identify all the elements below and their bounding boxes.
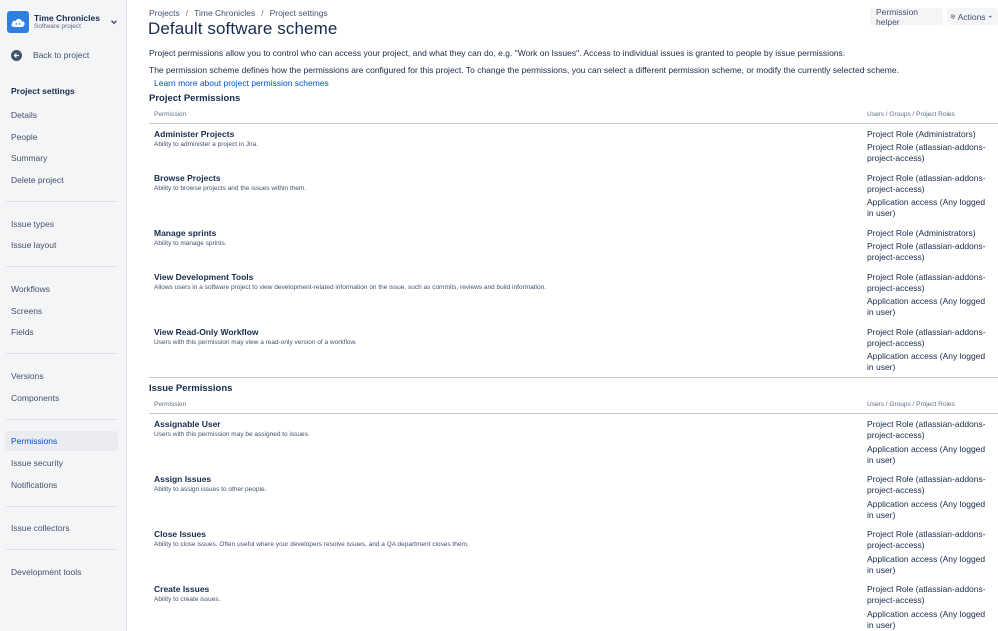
sidebar-divider (6, 506, 118, 507)
permission-name: Assign Issues (154, 474, 212, 484)
page-title: Default software scheme (148, 19, 338, 38)
permission-description: Ability to administer a project in Jira. (154, 141, 259, 148)
project-switcher[interactable]: Time Chronicles Software project (7, 10, 119, 34)
column-header-permission: Permission (154, 401, 187, 408)
sidebar-item-issue-collectors[interactable]: Issue collectors (5, 518, 118, 538)
section-title: Issue Permissions (149, 383, 233, 394)
grant-entry: Project Role (atlassian-addons-project-a… (867, 474, 986, 495)
breadcrumb-separator: / (185, 8, 189, 18)
permission-name: Administer Projects (154, 129, 235, 139)
intro-text: Project permissions allow you to control… (149, 48, 846, 58)
sidebar-item-details[interactable]: Details (5, 105, 118, 125)
permission-description: Allows users in a software project to vi… (154, 284, 546, 291)
permission-helper-button[interactable]: Permission helper (870, 7, 943, 27)
permission-description: Ability to create issues. (154, 596, 221, 603)
grant-entry: Application access (Any logged in user) (867, 554, 986, 575)
grant-entry: Application access (Any logged in user) (867, 609, 986, 630)
permission-description: Ability to assign issues to other people… (154, 486, 267, 493)
chevron-down-icon (988, 15, 992, 18)
sidebar-divider (6, 353, 118, 354)
grant-entry: Project Role (atlassian-addons-project-a… (867, 272, 986, 293)
sidebar-item-issue-security[interactable]: Issue security (5, 453, 118, 473)
project-settings-heading: Project settings (11, 86, 75, 96)
cloud-icon (11, 18, 25, 27)
grant-entry: Application access (Any logged in user) (867, 197, 986, 218)
grant-entry: Application access (Any logged in user) (867, 444, 986, 465)
project-name: Time Chronicles (34, 13, 100, 23)
actions-label: Actions (957, 11, 986, 22)
breadcrumb-project[interactable]: Time Chronicles (194, 8, 255, 18)
sidebar-divider (6, 549, 118, 550)
back-to-project-label: Back to project (33, 50, 90, 60)
grant-entry: Project Role (atlassian-addons-project-a… (867, 529, 986, 550)
grant-entry: Project Role (atlassian-addons-project-a… (867, 173, 986, 194)
column-header-permission: Permission (154, 111, 187, 118)
learn-more-link[interactable]: Learn more about project permission sche… (154, 78, 329, 88)
arrow-left-icon (11, 49, 22, 61)
grant-entry: Application access (Any logged in user) (867, 296, 986, 317)
permission-name: Browse Projects (154, 173, 221, 183)
sidebar-item-versions[interactable]: Versions (5, 366, 118, 386)
grant-entry: Project Role (Administrators) (867, 228, 976, 238)
sidebar-item-delete-project[interactable]: Delete project (5, 170, 118, 190)
chevron-down-icon[interactable] (109, 17, 119, 27)
permission-description: Ability to close issues. Often useful wh… (154, 541, 469, 548)
grant-entry: Project Role (atlassian-addons-project-a… (867, 241, 986, 262)
grant-entry: Project Role (Administrators) (867, 129, 976, 139)
gear-icon (950, 14, 956, 19)
breadcrumb-separator: / (261, 8, 264, 18)
scheme-description: The permission scheme defines how the pe… (149, 65, 899, 75)
column-header-grants: Users / Groups / Project Roles (867, 111, 955, 118)
sidebar-item-components[interactable]: Components (5, 388, 118, 408)
table-header-divider (149, 413, 998, 414)
sidebar-item-development-tools[interactable]: Development tools (5, 562, 118, 582)
sidebar-item-issue-types[interactable]: Issue types (5, 214, 118, 234)
breadcrumb-projects[interactable]: Projects (149, 8, 180, 18)
sidebar-item-notifications[interactable]: Notifications (5, 475, 118, 495)
sidebar-item-issue-layout[interactable]: Issue layout (5, 235, 118, 255)
back-to-project-link[interactable]: Back to project (11, 48, 89, 62)
permission-name: View Development Tools (154, 272, 254, 282)
sidebar: Time Chronicles Software project Back to… (0, 0, 127, 631)
grant-entry: Project Role (atlassian-addons-project-a… (867, 419, 986, 440)
grant-entry: Project Role (atlassian-addons-project-a… (867, 142, 986, 163)
project-avatar (7, 11, 29, 33)
permission-name: Close Issues (154, 529, 206, 539)
permission-description: Users with this permission may view a re… (154, 339, 357, 346)
permission-description: Users with this permission may be assign… (154, 431, 310, 438)
permission-description: Ability to browse projects and the issue… (154, 185, 307, 192)
grant-entry: Application access (Any logged in user) (867, 351, 986, 372)
sidebar-divider (6, 201, 118, 202)
actions-button[interactable]: Actions (947, 8, 998, 25)
sidebar-item-workflows[interactable]: Workflows (5, 279, 118, 299)
permission-description: Ability to manage sprints. (154, 240, 227, 247)
sidebar-item-fields[interactable]: Fields (5, 322, 118, 342)
sidebar-item-permissions[interactable]: Permissions (5, 431, 118, 451)
permission-name: Assignable User (154, 419, 221, 429)
table-header-divider (149, 123, 998, 124)
sidebar-item-screens[interactable]: Screens (5, 301, 118, 321)
sidebar-divider (6, 266, 118, 267)
project-type: Software project (34, 23, 81, 30)
section-title: Project Permissions (149, 93, 241, 104)
permission-name: View Read-Only Workflow (154, 327, 259, 337)
permission-name: Manage sprints (154, 228, 217, 238)
grant-entry: Application access (Any logged in user) (867, 499, 986, 520)
sidebar-item-people[interactable]: People (5, 127, 118, 147)
grant-entry: Project Role (atlassian-addons-project-a… (867, 584, 986, 605)
section-divider (149, 377, 998, 378)
permission-name: Create Issues (154, 584, 210, 594)
grant-entry: Project Role (atlassian-addons-project-a… (867, 327, 986, 348)
sidebar-divider (6, 419, 118, 420)
breadcrumb: Projects / Time Chronicles / Project set… (149, 8, 328, 18)
sidebar-item-summary[interactable]: Summary (5, 148, 118, 168)
column-header-grants: Users / Groups / Project Roles (867, 401, 955, 408)
breadcrumb-project-settings[interactable]: Project settings (270, 8, 328, 18)
